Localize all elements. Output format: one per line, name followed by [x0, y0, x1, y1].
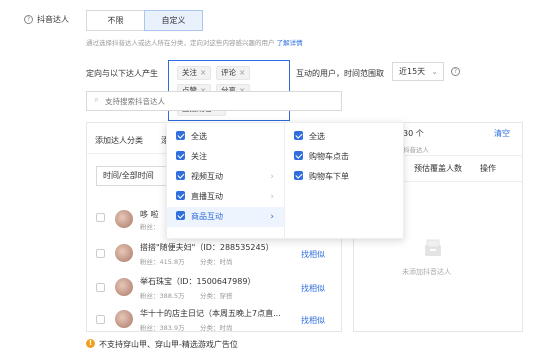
table-row: 举石珠宝（ID：1500647989） 粉丝：388.5万 分类：穿搭 找相似	[87, 274, 341, 302]
avatar	[115, 210, 133, 228]
option-label: 视频互动	[191, 172, 223, 181]
interaction-dropdown: 全选 关注 视频互动 › 直播互动 › 商品互动 › 全选 购物车点击 购物车下单	[166, 122, 404, 240]
option-follow[interactable]: 关注	[167, 147, 284, 167]
tag-follow: 关注 ×	[177, 66, 212, 80]
option-label: 关注	[191, 152, 207, 161]
option-label: 购物车点击	[309, 152, 349, 161]
footer-note: 不支持穿山甲、穿山甲-精选游戏广告位	[99, 340, 238, 349]
checkbox-checked	[294, 151, 303, 160]
clear-button[interactable]: 清空	[494, 128, 510, 139]
avatar	[115, 244, 133, 262]
checkbox-checked	[176, 131, 185, 140]
tag-label: 评论	[221, 68, 236, 77]
search-box[interactable]: ⌕	[86, 91, 342, 111]
warning-icon: !	[86, 339, 95, 348]
option-cart-click[interactable]: 购物车点击	[285, 147, 403, 167]
tag-close-icon[interactable]: ×	[239, 68, 245, 77]
option-select-all[interactable]: 全选	[167, 127, 284, 147]
row-checkbox[interactable]	[96, 283, 105, 292]
row-name: 华十十的店主日记（本周五晚上7点直...	[140, 309, 281, 318]
row-checkbox[interactable]	[96, 249, 105, 258]
time-filter-value: 时间/全部时间	[103, 171, 154, 180]
avatar	[115, 278, 133, 296]
row-category: 分类：时尚	[200, 324, 233, 332]
checkbox-checked	[176, 191, 185, 200]
learn-more-link[interactable]: 了解详情	[277, 39, 303, 47]
help-icon[interactable]: ?	[24, 15, 33, 24]
chevron-right-icon: ›	[270, 212, 274, 222]
avatar	[115, 310, 133, 328]
row-category: 分类：穿搭	[200, 292, 233, 300]
dropdown-col-secondary: 全选 购物车点击 购物车下单	[285, 127, 403, 187]
col-action: 操作	[480, 164, 496, 173]
time-range-select[interactable]: 近15天 ⌄	[392, 62, 444, 81]
tag-comment: 评论 ×	[216, 66, 251, 80]
option-live-interaction[interactable]: 直播互动 ›	[167, 187, 284, 207]
row-name: 举石珠宝（ID：1500647989）	[140, 277, 256, 286]
option-product-interaction[interactable]: 商品互动 ›	[167, 207, 284, 227]
option-select-all[interactable]: 全选	[285, 127, 403, 147]
option-custom[interactable]: 自定义	[144, 10, 203, 31]
row-fans: 粉丝：415.8万	[140, 258, 185, 266]
option-label: 全选	[309, 132, 325, 141]
col-reach: 预估覆盖人数	[414, 164, 462, 173]
search-input[interactable]	[105, 94, 325, 108]
empty-box-icon	[422, 237, 444, 259]
option-cart-order[interactable]: 购物车下单	[285, 167, 403, 187]
tag-label: 关注	[182, 68, 197, 77]
chevron-right-icon: ›	[270, 192, 274, 202]
option-label: 购物车下单	[309, 172, 349, 181]
search-icon: ⌕	[94, 95, 100, 105]
find-similar-button[interactable]: 找相似	[301, 249, 325, 260]
option-video-interaction[interactable]: 视频互动 ›	[167, 167, 284, 187]
chevron-right-icon: ›	[270, 172, 274, 182]
empty-text: 未添加抖音达人	[402, 268, 451, 276]
row-fans: 粉丝：	[140, 223, 160, 231]
checkbox-checked	[176, 151, 185, 160]
help-icon[interactable]: ?	[451, 67, 460, 76]
time-range-value: 近15天	[399, 67, 426, 76]
dropdown-col-primary: 全选 关注 视频互动 › 直播互动 › 商品互动 ›	[167, 127, 284, 227]
behavior-prefix: 定向与以下达人产生	[86, 69, 158, 78]
row-checkbox[interactable]	[96, 213, 105, 222]
table-row: 搭搭"随便夫妇"（ID：288535245） 粉丝：415.8万 分类：时尚 找…	[87, 240, 341, 268]
checkbox-checked	[176, 211, 185, 220]
option-label: 商品互动	[191, 212, 223, 221]
row-fans: 粉丝：388.5万	[140, 292, 185, 300]
row-name: 哆 啦	[140, 210, 159, 219]
checkbox-checked	[294, 171, 303, 180]
row-checkbox[interactable]	[96, 315, 105, 324]
table-row: 华十十的店主日记（本周五晚上7点直... 粉丝：383.9万 分类：时尚 找相似	[87, 306, 341, 334]
row-category: 分类：时尚	[200, 258, 233, 266]
selected-sub: 抖音达人	[403, 146, 429, 154]
checkbox-checked	[176, 171, 185, 180]
checkbox-checked	[294, 131, 303, 140]
find-similar-button[interactable]: 找相似	[301, 315, 325, 326]
behavior-suffix: 互动的用户，时间范围取	[296, 69, 384, 78]
option-unlimited[interactable]: 不限	[86, 10, 145, 31]
option-label: 直播互动	[191, 192, 223, 201]
field-hint: 通过选择抖音达人或达人所在分类，定向对这些内容感兴趣的用户 了解详情	[86, 37, 303, 47]
row-fans: 粉丝：383.9万	[140, 324, 185, 332]
chevron-down-icon: ⌄	[431, 67, 438, 76]
option-label: 全选	[191, 132, 207, 141]
row-name: 搭搭"随便夫妇"（ID：288535245）	[140, 243, 274, 252]
tab-add-category[interactable]: 添加达人分类	[95, 135, 143, 146]
selected-count: 30 个	[403, 129, 424, 138]
tag-close-icon[interactable]: ×	[200, 68, 206, 77]
find-similar-button[interactable]: 找相似	[301, 283, 325, 294]
field-label: 抖音达人	[37, 15, 69, 24]
hint-text: 通过选择抖音达人或达人所在分类，定向对这些内容感兴趣的用户	[86, 39, 275, 47]
